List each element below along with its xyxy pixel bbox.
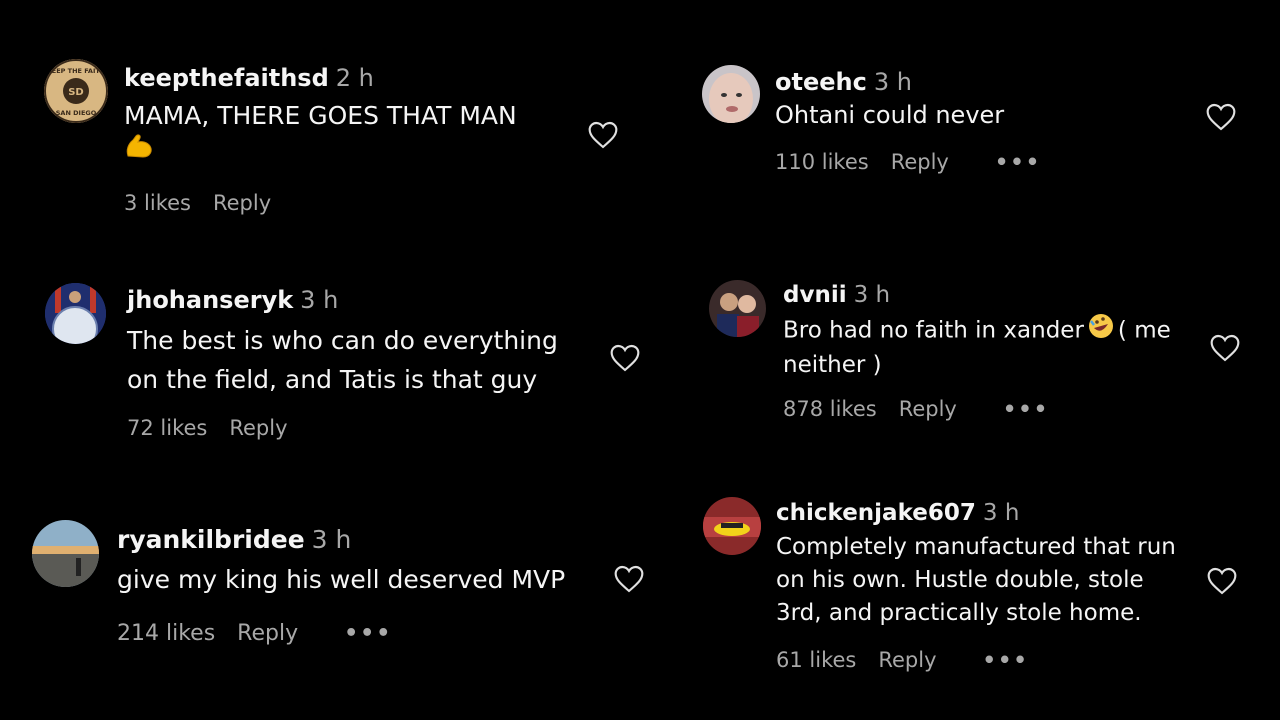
- comment-text: Bro had no faith in xander ( me neither …: [783, 313, 1173, 382]
- more-options-button[interactable]: •••: [1003, 397, 1049, 421]
- likes-count[interactable]: 110 likes: [775, 150, 869, 174]
- username[interactable]: jhohanseryk: [127, 286, 293, 314]
- timestamp: 3 h: [982, 500, 1020, 526]
- comment-header: oteehc 3 h: [775, 68, 912, 96]
- reply-button[interactable]: Reply: [229, 416, 287, 440]
- comment-text: MAMA, THERE GOES THAT MAN: [124, 99, 564, 168]
- comment-text: give my king his well deserved MVP: [117, 565, 566, 594]
- reply-button[interactable]: Reply: [891, 150, 949, 174]
- avatar[interactable]: [709, 280, 766, 337]
- likes-count[interactable]: 3 likes: [124, 191, 191, 215]
- reply-button[interactable]: Reply: [899, 397, 957, 421]
- avatar-ring-bottom: SAN DIEGO: [56, 109, 97, 117]
- comment-header: dvnii 3 h: [783, 282, 890, 308]
- heart-icon[interactable]: [586, 119, 620, 151]
- timestamp: 3 h: [873, 68, 912, 96]
- comment-meta: 214 likes Reply •••: [117, 621, 392, 646]
- comment-meta: 61 likes Reply •••: [776, 648, 1029, 672]
- avatar[interactable]: [703, 497, 761, 555]
- comment-text: The best is who can do everything on the…: [127, 326, 558, 394]
- comment-meta: 878 likes Reply •••: [783, 397, 1049, 421]
- comment-meta: 72 likes Reply: [127, 416, 288, 440]
- comment-meta: 110 likes Reply •••: [775, 150, 1041, 174]
- flexed-biceps-icon: [124, 132, 154, 168]
- more-options-button[interactable]: •••: [995, 150, 1041, 174]
- avatar-ring-top: KEEP THE FAITH: [47, 67, 106, 75]
- username[interactable]: oteehc: [775, 68, 867, 96]
- comment-text: Ohtani could never: [775, 101, 1005, 129]
- comment-header: chickenjake607 3 h: [776, 500, 1019, 526]
- heart-icon[interactable]: [1208, 332, 1242, 364]
- heart-icon[interactable]: [612, 563, 646, 595]
- reply-button[interactable]: Reply: [213, 191, 271, 215]
- timestamp: 3 h: [300, 286, 339, 314]
- reply-button[interactable]: Reply: [237, 621, 298, 646]
- comment-header: keepthefaithsd 2 h: [124, 64, 374, 92]
- avatar[interactable]: [702, 65, 760, 123]
- username[interactable]: chickenjake607: [776, 500, 976, 526]
- comment-header: jhohanseryk 3 h: [127, 286, 338, 314]
- heart-icon[interactable]: [1204, 101, 1238, 133]
- more-options-button[interactable]: •••: [983, 648, 1029, 672]
- avatar[interactable]: [32, 520, 99, 587]
- username[interactable]: keepthefaithsd: [124, 64, 329, 92]
- likes-count[interactable]: 72 likes: [127, 416, 207, 440]
- timestamp: 2 h: [335, 64, 374, 92]
- comment-meta: 3 likes Reply: [124, 191, 271, 215]
- heart-icon[interactable]: [1205, 565, 1239, 597]
- avatar[interactable]: SD KEEP THE FAITH SAN DIEGO: [44, 59, 108, 123]
- comment-text-content: Bro had no faith in xander: [783, 317, 1084, 344]
- comment-text-content: MAMA, THERE GOES THAT MAN: [124, 101, 517, 130]
- heart-icon[interactable]: [608, 342, 642, 374]
- avatar[interactable]: [45, 283, 106, 344]
- reply-button[interactable]: Reply: [878, 648, 936, 672]
- comment-text: Completely manufactured that run on his …: [776, 534, 1176, 626]
- avatar-badge: SD: [68, 87, 84, 98]
- more-options-button[interactable]: •••: [344, 621, 392, 646]
- username[interactable]: dvnii: [783, 282, 847, 308]
- rolling-on-floor-laughing-icon: [1088, 313, 1114, 349]
- likes-count[interactable]: 61 likes: [776, 648, 856, 672]
- likes-count[interactable]: 214 likes: [117, 621, 215, 646]
- username[interactable]: ryankilbridee: [117, 525, 305, 554]
- likes-count[interactable]: 878 likes: [783, 397, 877, 421]
- timestamp: 3 h: [311, 525, 352, 554]
- comment-header: ryankilbridee 3 h: [117, 525, 351, 554]
- timestamp: 3 h: [853, 282, 891, 308]
